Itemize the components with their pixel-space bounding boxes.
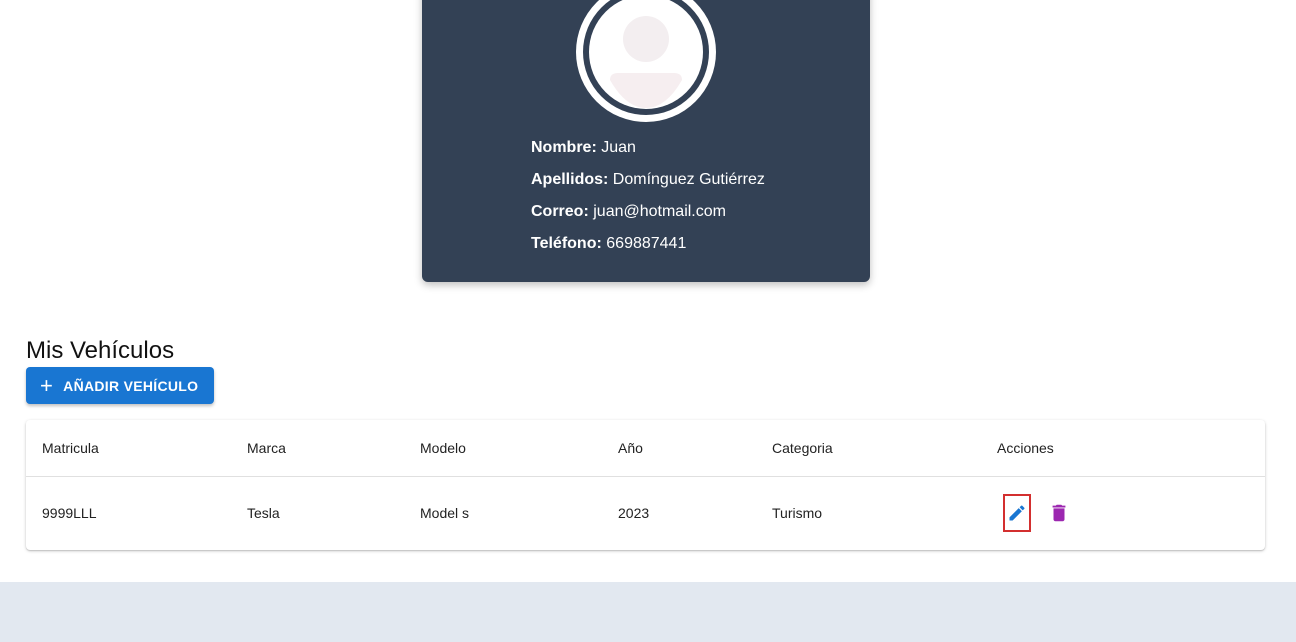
profile-surname-row: Apellidos: Domínguez Gutiérrez (531, 170, 765, 202)
row-actions (997, 494, 1265, 532)
cell-marca: Tesla (247, 505, 280, 521)
user-avatar-icon (574, 0, 718, 124)
cell-actions (997, 477, 1265, 550)
field-label: Nombre: (531, 139, 597, 156)
delete-vehicle-button[interactable] (1045, 494, 1073, 532)
field-label: Apellidos: (531, 171, 609, 188)
column-header: Marca (247, 420, 420, 477)
field-value: Domínguez Gutiérrez (612, 171, 765, 188)
trash-icon (1052, 504, 1066, 522)
cell-anio: 2023 (618, 505, 650, 521)
profile-page: Nombre: Juan Apellidos: Domínguez Gutiér… (0, 0, 1296, 642)
table-header-row: Matricula Marca Modelo Año Categoria Acc… (26, 420, 1265, 477)
field-value: 669887441 (606, 235, 687, 252)
cell-categoria: Turismo (772, 505, 823, 521)
table-row: 9999LLL Tesla Model s 2023 Turismo (26, 477, 1265, 550)
cell-matricula: 9999LLL (42, 505, 97, 521)
profile-name-row: Nombre: Juan (531, 138, 765, 170)
footer-band (0, 582, 1296, 642)
vehicles-title: Mis Vehículos (26, 337, 175, 364)
field-value: juan@hotmail.com (593, 203, 726, 220)
profile-phone-row: Teléfono: 669887441 (531, 234, 765, 266)
add-vehicle-button[interactable]: + AÑADIR VEHÍCULO (26, 367, 215, 404)
column-header: Acciones (997, 420, 1265, 477)
add-vehicle-label: AÑADIR VEHÍCULO (63, 377, 199, 394)
vehicles-table: Matricula Marca Modelo Año Categoria Acc… (26, 420, 1265, 550)
field-label: Teléfono: (531, 235, 602, 252)
column-header: Categoria (772, 420, 997, 477)
column-header: Modelo (420, 420, 618, 477)
cell-modelo: Model s (420, 505, 470, 521)
field-label: Correo: (531, 203, 589, 220)
pencil-icon (1009, 505, 1025, 521)
edit-vehicle-button[interactable] (1003, 494, 1031, 532)
profile-card: Nombre: Juan Apellidos: Domínguez Gutiér… (422, 0, 870, 282)
column-header: Año (618, 420, 772, 477)
profile-email-row: Correo: juan@hotmail.com (531, 202, 765, 234)
field-value: Juan (601, 139, 636, 156)
profile-info: Nombre: Juan Apellidos: Domínguez Gutiér… (531, 138, 765, 266)
column-header: Matricula (26, 420, 247, 477)
plus-icon: + (40, 372, 54, 398)
